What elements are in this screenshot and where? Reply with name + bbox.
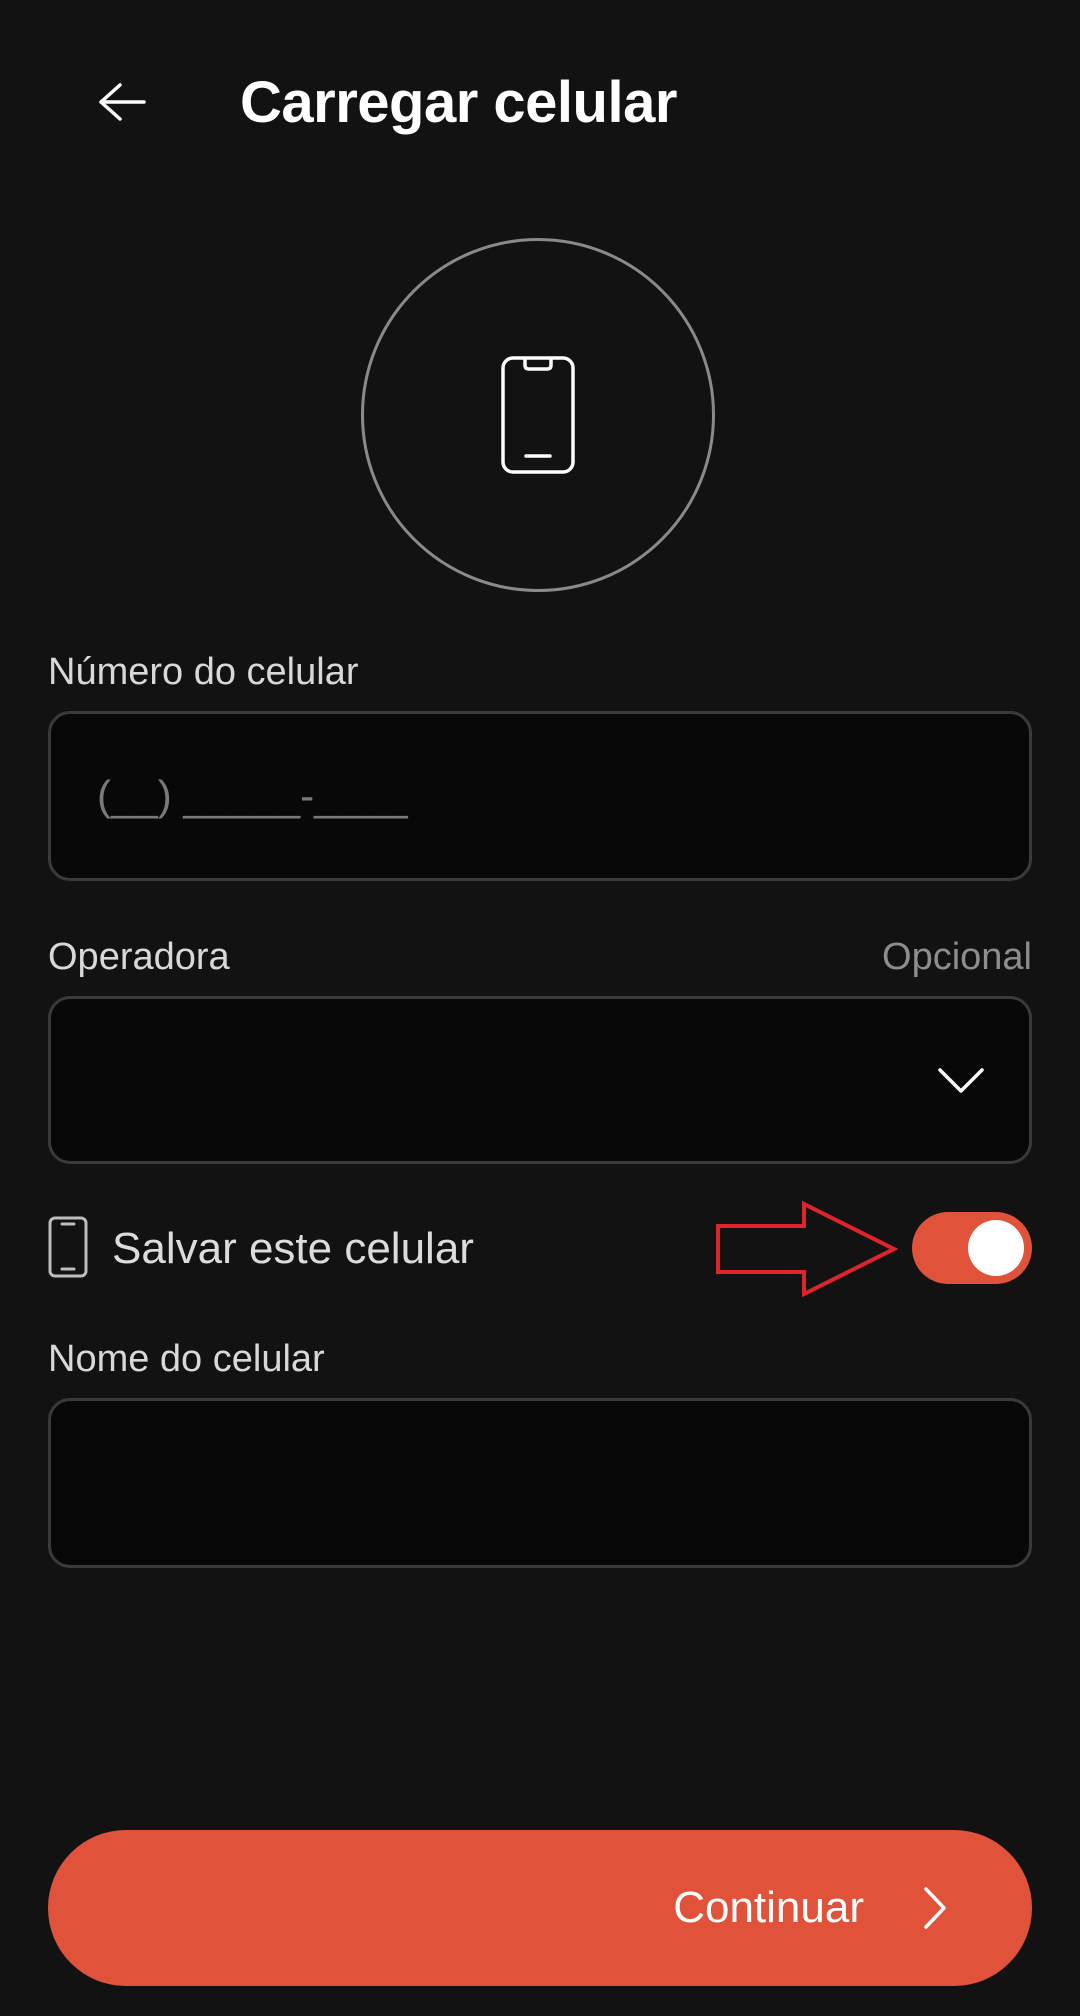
back-button[interactable] xyxy=(82,62,162,142)
chevron-down-icon xyxy=(938,1068,984,1093)
toggle-knob xyxy=(968,1220,1024,1276)
optional-label: Opcional xyxy=(882,936,1032,978)
phone-number-field-container xyxy=(48,711,1032,881)
smartphone-icon xyxy=(48,1216,88,1278)
smartphone-icon xyxy=(501,356,575,474)
phone-name-input[interactable] xyxy=(51,1401,1029,1565)
page-title: Carregar celular xyxy=(240,70,677,135)
arrow-left-icon xyxy=(99,83,146,121)
phone-name-field-container xyxy=(48,1398,1032,1568)
chevron-right-icon xyxy=(924,1887,946,1929)
hero-circle xyxy=(361,238,715,592)
carrier-label: Operadora xyxy=(48,936,230,978)
continue-button-label: Continuar xyxy=(673,1883,864,1932)
save-phone-toggle[interactable] xyxy=(912,1212,1032,1284)
phone-number-input[interactable] xyxy=(51,714,1029,878)
continue-button[interactable]: Continuar xyxy=(48,1830,1032,1986)
annotation-arrow-icon xyxy=(716,1200,899,1298)
save-phone-label: Salvar este celular xyxy=(112,1224,474,1273)
phone-name-label: Nome do celular xyxy=(48,1338,325,1380)
carrier-select[interactable] xyxy=(48,996,1032,1164)
phone-number-label: Número do celular xyxy=(48,651,359,693)
